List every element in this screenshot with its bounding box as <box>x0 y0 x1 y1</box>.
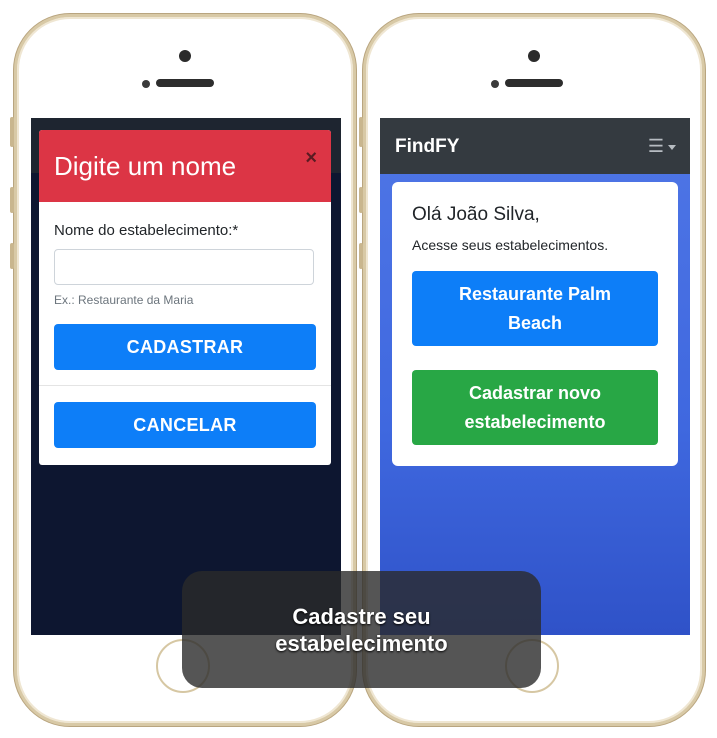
establishments-card: Olá João Silva, Acesse seus estabelecime… <box>392 182 678 466</box>
close-icon[interactable]: × <box>305 148 317 168</box>
side-button <box>10 187 14 213</box>
brand-logo[interactable]: FindFY <box>395 136 459 158</box>
screen: FindFY ☰ Olá João Silva, Acesse seus est… <box>380 118 690 635</box>
modal-divider <box>39 385 331 386</box>
screen: Digite um nome × Nome do estabelecimento… <box>31 118 341 635</box>
caret-down-icon[interactable] <box>668 145 676 150</box>
navbar: FindFY ☰ <box>380 118 690 174</box>
side-button <box>359 187 363 213</box>
side-button <box>10 117 14 147</box>
caption-text: Cadastre seu estabelecimento <box>275 603 448 656</box>
establishment-button[interactable]: Restaurante Palm Beach <box>412 271 658 346</box>
modal-title: Digite um nome <box>54 151 237 181</box>
establishment-name-label: Nome do estabelecimento:* <box>54 222 239 239</box>
side-button <box>359 117 363 147</box>
side-button <box>359 243 363 269</box>
modal-header: Digite um nome × <box>39 130 331 202</box>
speaker <box>505 79 563 87</box>
establishment-name-input[interactable] <box>54 249 314 285</box>
name-modal: Digite um nome × Nome do estabelecimento… <box>39 130 331 465</box>
camera <box>179 50 191 62</box>
side-button <box>10 243 14 269</box>
sensor <box>142 80 150 88</box>
field-help-text: Ex.: Restaurante da Maria <box>54 293 194 307</box>
card-subtitle: Acesse seus estabelecimentos. <box>412 237 609 253</box>
new-establishment-button[interactable]: Cadastrar novo estabelecimento <box>412 370 658 445</box>
hamburger-menu-icon[interactable]: ☰ <box>648 137 664 155</box>
cancel-button[interactable]: CANCELAR <box>54 402 316 448</box>
register-button[interactable]: CADASTRAR <box>54 324 316 370</box>
caption-banner: Cadastre seu estabelecimento <box>182 571 541 688</box>
sensor <box>491 80 499 88</box>
camera <box>528 50 540 62</box>
speaker <box>156 79 214 87</box>
greeting: Olá João Silva, <box>412 204 540 225</box>
